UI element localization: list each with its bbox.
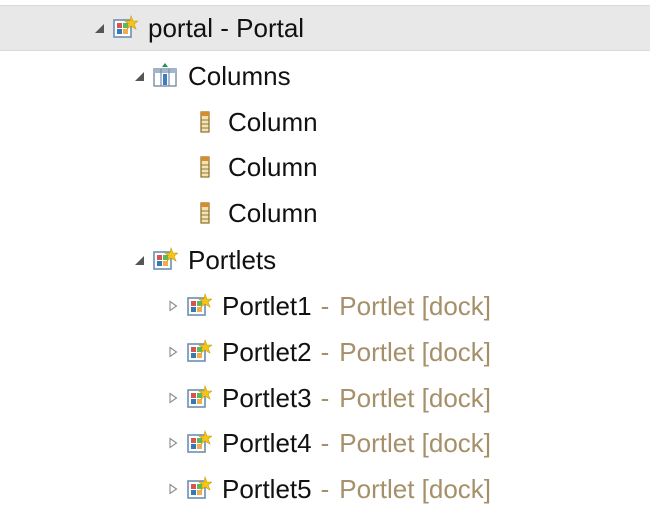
tree-node-label: Portlets <box>188 245 277 275</box>
tree-node-label: Column <box>228 198 318 228</box>
portlet-name: Portlet3 <box>222 383 312 413</box>
tree-node-columns[interactable]: Columns <box>0 53 650 99</box>
portlet-name: Portlet1 <box>222 291 312 321</box>
tree-node-portlet[interactable]: Portlet3 - Portlet [dock] <box>0 375 650 421</box>
portlet-name: Portlet5 <box>222 474 312 504</box>
collapsed-twisty-icon[interactable] <box>162 387 184 409</box>
portlet-type-decoration: Portlet [dock] <box>339 337 492 367</box>
portlet-type-decoration: Portlet [dock] <box>339 291 492 321</box>
portlet-icon <box>184 474 214 504</box>
portlet-type-decoration: Portlet [dock] <box>339 428 492 458</box>
tree-node-portal[interactable]: portal - Portal <box>0 5 650 51</box>
portlet-name: Portlet2 <box>222 337 312 367</box>
portlet-icon <box>184 337 214 367</box>
portlet-icon <box>184 428 214 458</box>
portlet-name: Portlet4 <box>222 428 312 458</box>
column-icon <box>190 107 220 137</box>
portlet-type-decoration: Portlet [dock] <box>339 474 492 504</box>
collapsed-twisty-icon[interactable] <box>162 478 184 500</box>
tree-node-portlet[interactable]: Portlet1 - Portlet [dock] <box>0 283 650 329</box>
portlet-icon <box>184 383 214 413</box>
expanded-twisty-icon[interactable] <box>88 17 110 39</box>
portlet-separator: - <box>320 428 330 458</box>
tree-node-label: Column <box>228 107 318 137</box>
tree-node-portlet[interactable]: Portlet5 - Portlet [dock] <box>0 466 650 512</box>
tree-node-portlet[interactable]: Portlet2 - Portlet [dock] <box>0 329 650 375</box>
tree-node-label: portal - Portal <box>148 13 305 43</box>
tree-node-portlets[interactable]: Portlets <box>0 237 650 283</box>
portlet-separator: - <box>320 383 330 413</box>
tree-node-column[interactable]: Column <box>0 190 650 236</box>
tree-node-label: Column <box>228 152 318 182</box>
collapsed-twisty-icon[interactable] <box>162 341 184 363</box>
tree-node-column[interactable]: Column <box>0 99 650 145</box>
portlet-icon <box>184 291 214 321</box>
portlet-separator: - <box>320 337 330 367</box>
collapsed-twisty-icon[interactable] <box>162 295 184 317</box>
tree-node-portlet[interactable]: Portlet4 - Portlet [dock] <box>0 420 650 466</box>
portlets-icon <box>150 245 180 275</box>
portlet-separator: - <box>320 474 330 504</box>
portal-icon <box>110 13 140 43</box>
portlet-separator: - <box>320 291 330 321</box>
column-icon <box>190 198 220 228</box>
expanded-twisty-icon[interactable] <box>128 65 150 87</box>
outline-tree: portal - Portal Columns Column Column Co… <box>0 0 650 508</box>
collapsed-twisty-icon[interactable] <box>162 432 184 454</box>
column-icon <box>190 152 220 182</box>
tree-node-column[interactable]: Column <box>0 144 650 190</box>
portlet-type-decoration: Portlet [dock] <box>339 383 492 413</box>
columns-icon <box>150 61 180 91</box>
expanded-twisty-icon[interactable] <box>128 249 150 271</box>
tree-node-label: Columns <box>188 61 291 91</box>
